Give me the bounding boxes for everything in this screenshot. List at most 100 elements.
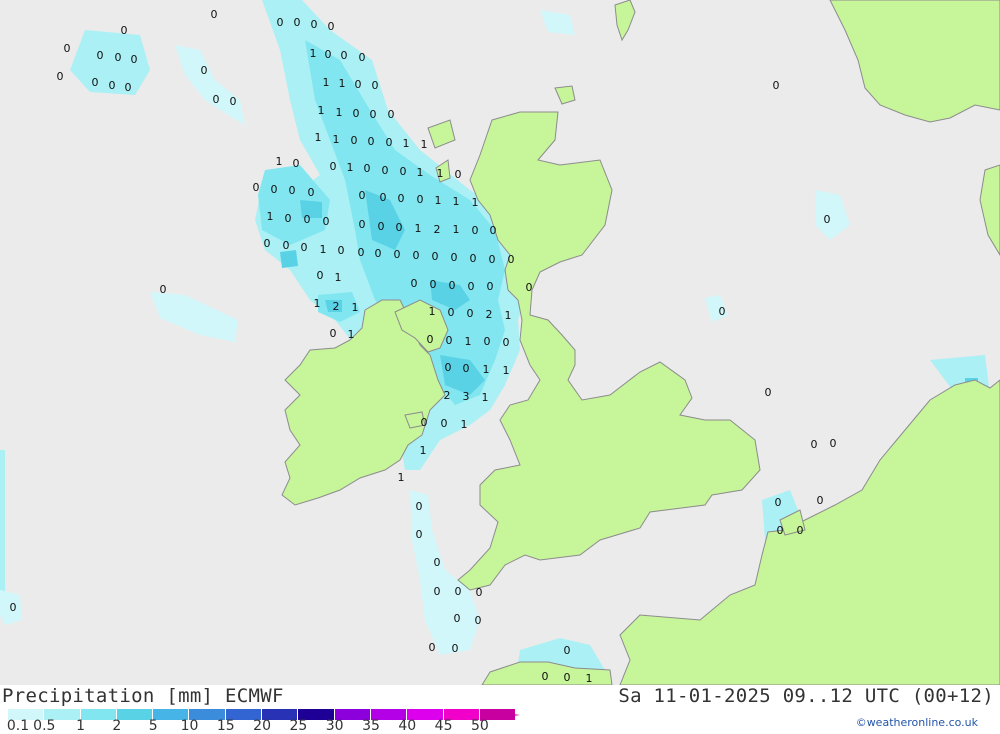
precip-value-label: 0 xyxy=(526,281,533,294)
precip-value-label: 0 xyxy=(109,79,116,92)
precip-value-label: 0 xyxy=(160,283,167,296)
precip-value-label: 0 xyxy=(10,601,17,614)
precip-value-label: 0 xyxy=(413,249,420,262)
legend-labels: 0.1 0.5 1 2 5 10 15 20 25 30 35 40 45 50 xyxy=(0,718,520,734)
precipitation-map: 0000 0 00 0 0 000 00 0 0 01 0 0 01 1 0 01 1 0 0 01 1 0 0 0 1 10 1 0… xyxy=(0,0,1000,685)
precip-value-label: 1 xyxy=(398,471,405,484)
precip-value-label: 1 xyxy=(482,391,489,404)
precip-value-label: 0 xyxy=(452,642,459,655)
legend-label: 15 xyxy=(216,718,235,734)
precip-value-label: 0 xyxy=(285,212,292,225)
precip-value-label: 0 xyxy=(417,193,424,206)
precip-value-label: 1 xyxy=(453,195,460,208)
precip-value-label: 1 xyxy=(461,418,468,431)
legend-label: 25 xyxy=(289,718,308,734)
precip-value-label: 0 xyxy=(400,165,407,178)
precip-value-label: 1 xyxy=(339,77,346,90)
precip-value-label: 0 xyxy=(454,612,461,625)
precip-value-label: 0 xyxy=(359,51,366,64)
precip-value-label: 0 xyxy=(487,280,494,293)
precip-value-label: 0 xyxy=(358,246,365,259)
precip-value-label: 0 xyxy=(330,160,337,173)
precip-value-label: 0 xyxy=(476,586,483,599)
credit[interactable]: ©weatheronline.co.uk xyxy=(856,716,978,729)
precip-value-label: 1 xyxy=(348,328,355,341)
precip-value-label: 0 xyxy=(57,70,64,83)
precip-value-label: 0 xyxy=(317,269,324,282)
precip-value-label: 1 xyxy=(315,131,322,144)
precip-value-label: 0 xyxy=(380,191,387,204)
precip-value-label: 0 xyxy=(434,585,441,598)
precip-value-label: 0 xyxy=(301,241,308,254)
precip-value-label: 1 xyxy=(320,243,327,256)
precip-value-label: 0 xyxy=(719,305,726,318)
precip-value-label: 1 xyxy=(472,196,479,209)
precip-value-label: 0 xyxy=(131,53,138,66)
precip-value-label: 0 xyxy=(372,79,379,92)
precip-value-label: 1 xyxy=(429,305,436,318)
precip-value-label: 0 xyxy=(386,136,393,149)
precip-value-label: 0 xyxy=(253,181,260,194)
precip-value-label: 0 xyxy=(277,16,284,29)
precip-value-label: 0 xyxy=(355,78,362,91)
precip-value-label: 1 xyxy=(276,155,283,168)
precip-value-label: 3 xyxy=(463,390,470,403)
precip-value-label: 0 xyxy=(470,252,477,265)
precip-value-label: 0 xyxy=(429,641,436,654)
precip-value-label: 0 xyxy=(489,253,496,266)
precip-value-label: 1 xyxy=(435,194,442,207)
precip-value-label: 0 xyxy=(765,386,772,399)
precip-value-label: 0 xyxy=(230,95,237,108)
legend-label: 0.1 xyxy=(6,718,30,734)
precip-value-label: 0 xyxy=(830,437,837,450)
precip-value-label: 0 xyxy=(293,157,300,170)
legend-label: 5 xyxy=(148,718,158,734)
precip-value-label: 2 xyxy=(486,308,493,321)
precip-value-label: 0 xyxy=(271,183,278,196)
precip-value-label: 0 xyxy=(824,213,831,226)
precip-value-label: 0 xyxy=(455,585,462,598)
precip-value-label: 1 xyxy=(352,301,359,314)
precip-value-label: 2 xyxy=(444,389,451,402)
precip-value-label: 0 xyxy=(797,524,804,537)
precip-value-label: 0 xyxy=(449,279,456,292)
precip-value-label: 0 xyxy=(775,496,782,509)
precip-value-label: 0 xyxy=(777,524,784,537)
legend-label: 1 xyxy=(76,718,86,734)
precip-value-label: 2 xyxy=(333,300,340,313)
precip-value-label: 1 xyxy=(318,104,325,117)
precip-value-label: 0 xyxy=(472,224,479,237)
precip-value-label: 0 xyxy=(351,134,358,147)
map-title: Precipitation [mm] ECMWF xyxy=(2,685,284,707)
precip-value-label: 0 xyxy=(388,108,395,121)
precip-value-label: 0 xyxy=(211,8,218,21)
precip-value-label: 0 xyxy=(264,237,271,250)
precip-value-label: 1 xyxy=(586,672,593,685)
precip-value-label: 0 xyxy=(325,48,332,61)
precip-value-label: 0 xyxy=(475,614,482,627)
precip-value-label: 0 xyxy=(121,24,128,37)
precip-value-label: 0 xyxy=(564,644,571,657)
precip-value-label: 2 xyxy=(434,223,441,236)
precip-value-label: 0 xyxy=(773,79,780,92)
legend-label: 45 xyxy=(434,718,453,734)
precip-value-label: 0 xyxy=(441,417,448,430)
precip-value-label: 1 xyxy=(465,335,472,348)
precip-value-label: 0 xyxy=(467,307,474,320)
precip-value-label: 0 xyxy=(289,184,296,197)
precip-value-label: 0 xyxy=(394,248,401,261)
legend-label: 2 xyxy=(112,718,122,734)
precip-value-label: 1 xyxy=(323,76,330,89)
precip-value-label: 0 xyxy=(817,494,824,507)
precip-value-label: 0 xyxy=(341,49,348,62)
precip-value-label: 0 xyxy=(375,247,382,260)
precip-value-label: 0 xyxy=(328,20,335,33)
precip-value-label: 1 xyxy=(333,133,340,146)
precip-value-label: 0 xyxy=(421,416,428,429)
precip-value-label: 1 xyxy=(505,309,512,322)
precip-value-label: 0 xyxy=(353,107,360,120)
precip-value-label: 0 xyxy=(564,671,571,684)
precip-value-label: 1 xyxy=(417,166,424,179)
precip-value-label: 0 xyxy=(213,93,220,106)
precip-value-label: 0 xyxy=(330,327,337,340)
